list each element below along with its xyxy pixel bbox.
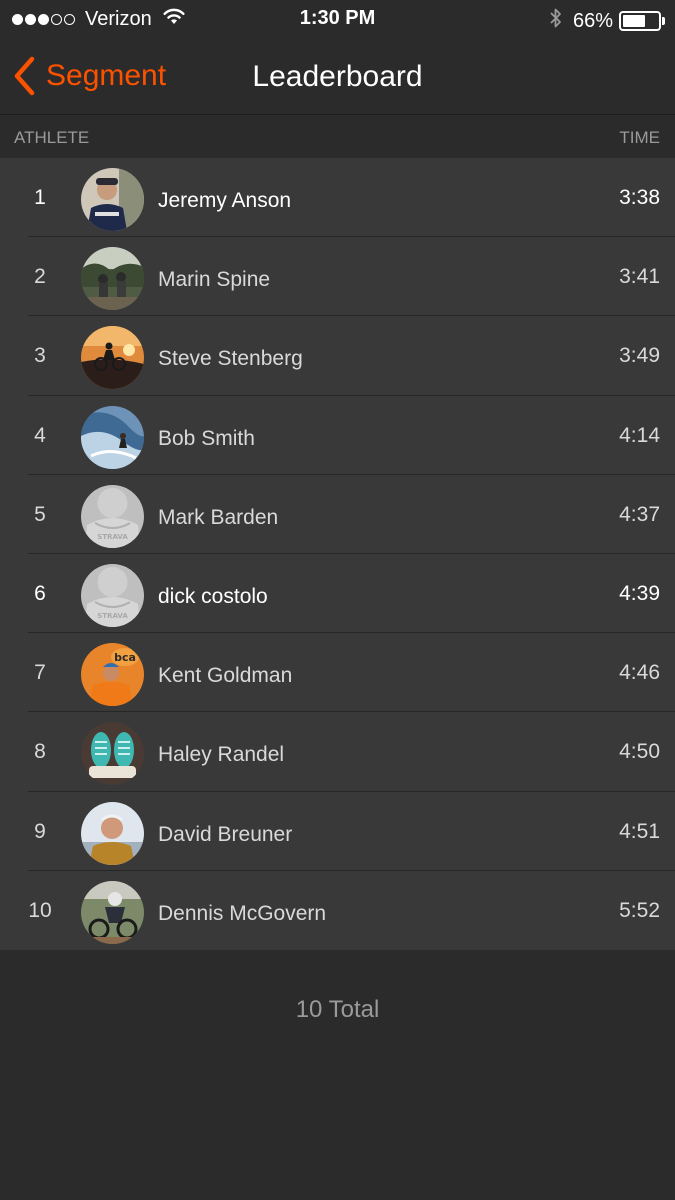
svg-text:STRAVA: STRAVA <box>97 533 128 541</box>
status-bar: Verizon 1:30 PM 66% <box>0 0 675 38</box>
athlete-rank: 6 <box>34 581 46 605</box>
athlete-time: 4:46 <box>619 661 660 685</box>
athlete-avatar[interactable] <box>81 326 144 390</box>
leaderboard-row[interactable]: 2 Marin Spine 3:41 <box>0 237 675 317</box>
athlete-avatar[interactable]: bca <box>81 643 144 707</box>
athlete-name: Dennis McGovern <box>158 901 327 925</box>
nav-bar: Segment Leaderboard <box>0 38 675 115</box>
athlete-name: Mark Barden <box>158 505 279 529</box>
battery-level <box>623 15 646 27</box>
athlete-time: 4:37 <box>619 502 660 526</box>
battery-percent: 66% <box>572 9 613 32</box>
athlete-time: 4:39 <box>619 581 660 605</box>
athlete-name: Jeremy Anson <box>158 189 292 212</box>
bluetooth-icon <box>549 7 563 35</box>
leaderboard-row[interactable]: 3 Steve Stenberg 3:49 <box>0 316 675 396</box>
athlete-rank: 8 <box>34 740 46 764</box>
svg-text:STRAVA: STRAVA <box>97 612 128 620</box>
leaderboard-row[interactable]: 5 STRAVA Mark Barden 4:37 <box>0 475 675 554</box>
athlete-avatar[interactable] <box>81 405 144 469</box>
athlete-name: dick costolo <box>158 584 268 608</box>
athlete-name: Haley Randel <box>158 743 285 767</box>
leaderboard-row[interactable]: 8 Haley Randel 4:50 <box>0 712 675 792</box>
status-right: 66% <box>549 7 665 35</box>
leaderboard-row[interactable]: 7 bca Kent Goldman 4:46 <box>0 633 675 713</box>
athlete-name: David Breuner <box>158 822 293 846</box>
leaderboard-row[interactable]: 10 Dennis McGovern 5:52 <box>0 871 675 950</box>
athlete-rank: 2 <box>34 265 46 289</box>
athlete-time: 3:38 <box>619 186 660 209</box>
leaderboard-column-header: ATHLETE TIME <box>0 116 675 158</box>
column-time-label: TIME <box>619 128 660 147</box>
page-title: Leaderboard <box>252 60 423 93</box>
leaderboard-row[interactable]: 1 Jeremy Anson 3:38 <box>0 158 675 238</box>
athlete-rank: 9 <box>34 819 46 843</box>
athlete-rank: 3 <box>34 344 46 368</box>
athlete-rank: 4 <box>34 423 46 447</box>
svg-text:bca: bca <box>114 651 136 664</box>
athlete-name: Steve Stenberg <box>158 347 303 371</box>
athlete-time: 4:14 <box>619 423 660 447</box>
leaderboard-row[interactable]: 6 STRAVA dick costolo 4:39 <box>0 554 675 634</box>
athlete-time: 3:49 <box>619 344 660 368</box>
athlete-rank: 7 <box>34 661 46 685</box>
athlete-avatar[interactable]: STRAVA <box>81 563 144 627</box>
athlete-time: 4:51 <box>619 819 660 843</box>
athlete-time: 5:52 <box>619 898 660 922</box>
athlete-avatar[interactable] <box>81 168 144 231</box>
athlete-rank: 1 <box>34 186 46 209</box>
athlete-avatar[interactable] <box>81 722 144 786</box>
athlete-rank: 5 <box>34 502 46 526</box>
leaderboard-row[interactable]: 9 David Breuner 4:51 <box>0 792 675 871</box>
athlete-avatar[interactable]: STRAVA <box>81 484 144 548</box>
athlete-time: 3:41 <box>619 265 660 289</box>
battery-tip <box>662 17 665 25</box>
athlete-avatar[interactable] <box>81 801 144 865</box>
athlete-avatar[interactable] <box>81 247 144 311</box>
athlete-name: Bob Smith <box>158 426 255 450</box>
athlete-time: 4:50 <box>619 740 660 764</box>
battery-icon <box>619 11 661 31</box>
athlete-rank: 10 <box>28 898 52 922</box>
athlete-avatar[interactable] <box>81 880 144 944</box>
leaderboard-row[interactable]: 4 Bob Smith 4:14 <box>0 396 675 475</box>
leaderboard-total: 10 Total <box>295 996 380 1023</box>
athlete-name: Kent Goldman <box>158 664 293 688</box>
column-athlete-label: ATHLETE <box>14 128 90 147</box>
athlete-name: Marin Spine <box>158 268 271 292</box>
leaderboard-list: 1 Jeremy Anson 3:38 2 Marin Spine 3:41 3… <box>0 158 675 950</box>
